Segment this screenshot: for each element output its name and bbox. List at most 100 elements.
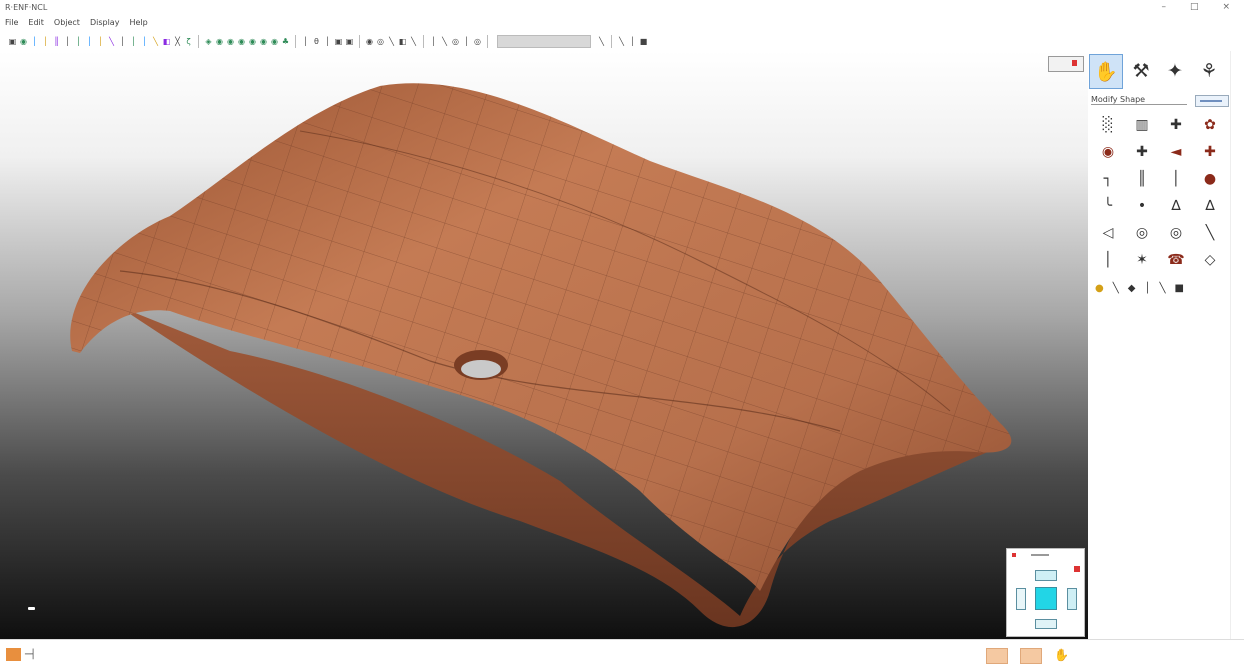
toolbar-button-icon[interactable]: │ [63, 36, 72, 47]
toolbar-button-icon[interactable]: ■ [639, 36, 648, 47]
toolbar-button-icon[interactable]: ♣ [281, 36, 290, 47]
toolbar-button-icon[interactable]: ◉ [226, 36, 235, 47]
toolbar-button-icon[interactable]: │ [429, 36, 438, 47]
toolbar-button-icon[interactable]: ◎ [451, 36, 460, 47]
toolbar-text-field[interactable] [497, 35, 591, 48]
toolbar-button-icon[interactable]: ▣ [345, 36, 354, 47]
toolbar-button-icon[interactable]: ◧ [398, 36, 407, 47]
menu-display[interactable]: Display [90, 18, 120, 32]
panel-dropdown[interactable] [1195, 95, 1229, 107]
toolbar-button-icon[interactable]: │ [301, 36, 310, 47]
shape-tool-icon[interactable]: ╰ [1091, 194, 1125, 217]
toolbar-button-icon[interactable]: ◧ [162, 36, 171, 47]
shape-tool-icon[interactable]: ╲ [1193, 221, 1227, 244]
strip-tool-icon[interactable]: ■ [1175, 283, 1184, 294]
menu-help[interactable]: Help [129, 18, 147, 32]
toolbar-button-icon[interactable]: │ [140, 36, 149, 47]
toolbar-button-icon[interactable]: ╳ [173, 36, 182, 47]
toolbar-button-icon[interactable]: ◈ [204, 36, 213, 47]
shape-tool-icon[interactable]: ☎ [1159, 248, 1193, 271]
tab-shapes-icon[interactable]: ✦ [1159, 54, 1191, 87]
toolbar-button-icon[interactable]: ▣ [8, 36, 17, 47]
toolbar-button-icon[interactable]: │ [129, 36, 138, 47]
shape-tool-icon[interactable]: ◎ [1125, 221, 1159, 244]
toolbar-button-icon[interactable]: ◉ [365, 36, 374, 47]
toolbar-button-icon[interactable]: ◎ [473, 36, 482, 47]
toolbar-button-icon[interactable]: ◎ [376, 36, 385, 47]
shape-tool-icon[interactable]: │ [1091, 248, 1125, 271]
toolbar-button-icon[interactable]: ╲ [617, 36, 626, 47]
toolbar-button-icon[interactable]: ╲ [387, 36, 396, 47]
minimize-button[interactable]: – [1161, 2, 1166, 12]
toolbar-button-icon[interactable]: ╲ [597, 36, 606, 47]
viewport-mini-toggle[interactable] [1048, 56, 1084, 72]
view-cube-top-face[interactable] [1035, 570, 1057, 581]
toolbar-button-icon[interactable]: ◉ [215, 36, 224, 47]
strip-tool-icon[interactable]: ╲ [1160, 283, 1166, 294]
shape-tool-icon[interactable]: ✚ [1159, 113, 1193, 136]
status-layer2-icon[interactable] [1020, 648, 1042, 664]
toolbar-button-icon[interactable]: │ [628, 36, 637, 47]
toolbar-button-icon[interactable]: ◉ [270, 36, 279, 47]
toolbar-button-icon[interactable]: │ [41, 36, 50, 47]
toolbar-button-icon[interactable]: ╲ [440, 36, 449, 47]
menu-edit[interactable]: Edit [28, 18, 44, 32]
status-layer-icon[interactable] [986, 648, 1008, 664]
toolbar-button-icon[interactable]: ◉ [237, 36, 246, 47]
toolbar-button-icon[interactable]: ◉ [259, 36, 268, 47]
toolbar-button-icon[interactable]: ╲ [107, 36, 116, 47]
toolbar-button-icon[interactable]: ║ [52, 36, 61, 47]
toolbar-button-icon[interactable]: │ [96, 36, 105, 47]
shape-tool-icon[interactable]: • [1125, 194, 1159, 217]
shape-tool-icon[interactable]: ∆ [1193, 194, 1227, 217]
tab-plant-icon[interactable]: ⚘ [1193, 54, 1225, 87]
shape-tool-icon[interactable]: ∆ [1159, 194, 1193, 217]
shape-tool-icon[interactable]: ◄ [1159, 140, 1193, 163]
strip-tool-icon[interactable]: ● [1095, 283, 1104, 294]
shape-tool-icon[interactable]: │ [1159, 167, 1193, 190]
toolbar-button-icon[interactable]: ╲ [151, 36, 160, 47]
toolbar-button-icon[interactable]: ◉ [248, 36, 257, 47]
shape-tool-icon[interactable]: ✶ [1125, 248, 1159, 271]
shape-tool-icon[interactable]: ◉ [1091, 140, 1125, 163]
view-cube[interactable] [1006, 548, 1085, 637]
view-cube-right-face[interactable] [1067, 588, 1077, 610]
toolbar-button-icon[interactable]: ╲ [409, 36, 418, 47]
toolbar-button-icon[interactable]: ▣ [334, 36, 343, 47]
shape-tool-icon[interactable]: ▥ [1125, 113, 1159, 136]
shape-tool-icon[interactable]: ◇ [1193, 248, 1227, 271]
toolbar-button-icon[interactable]: │ [118, 36, 127, 47]
view-cube-home-icon[interactable] [1012, 553, 1016, 557]
3d-viewport[interactable] [0, 51, 1088, 639]
strip-tool-icon[interactable]: ◆ [1128, 283, 1136, 294]
shape-tool-icon[interactable]: ● [1193, 167, 1227, 190]
toolbar-button-icon[interactable]: │ [74, 36, 83, 47]
shape-tool-icon[interactable]: ◎ [1159, 221, 1193, 244]
toolbar-button-icon[interactable]: │ [462, 36, 471, 47]
toolbar-button-icon[interactable]: │ [30, 36, 39, 47]
shape-tool-icon[interactable]: ◁ [1091, 221, 1125, 244]
menu-object[interactable]: Object [54, 18, 80, 32]
tab-tools-icon[interactable]: ⚒ [1125, 54, 1157, 87]
view-cube-front-face[interactable] [1035, 587, 1057, 610]
shape-tool-icon[interactable]: ░ [1091, 113, 1125, 136]
toolbar-button-icon[interactable]: │ [323, 36, 332, 47]
shape-tool-icon[interactable]: ┐ [1091, 167, 1125, 190]
maximize-button[interactable]: □ [1190, 2, 1199, 12]
toolbar-button-icon[interactable]: θ [312, 36, 321, 47]
tab-hand-icon[interactable]: ✋ [1089, 54, 1123, 89]
toolbar-button-icon[interactable]: │ [85, 36, 94, 47]
menu-file[interactable]: File [5, 18, 18, 32]
shape-tool-icon[interactable]: ║ [1125, 167, 1159, 190]
view-cube-left-face[interactable] [1016, 588, 1026, 610]
status-home-icon[interactable] [6, 648, 21, 661]
toolbar-button-icon[interactable]: ζ [184, 36, 193, 47]
close-button[interactable]: × [1222, 2, 1230, 12]
status-pan-icon[interactable]: ✋ [1054, 648, 1072, 662]
view-cube-bottom-face[interactable] [1035, 619, 1057, 629]
shape-tool-icon[interactable]: ✿ [1193, 113, 1227, 136]
view-cube-corner-icon[interactable] [1074, 566, 1080, 572]
shape-tool-icon[interactable]: ✚ [1125, 140, 1159, 163]
toolbar-button-icon[interactable]: ◉ [19, 36, 28, 47]
strip-tool-icon[interactable]: │ [1144, 283, 1150, 294]
